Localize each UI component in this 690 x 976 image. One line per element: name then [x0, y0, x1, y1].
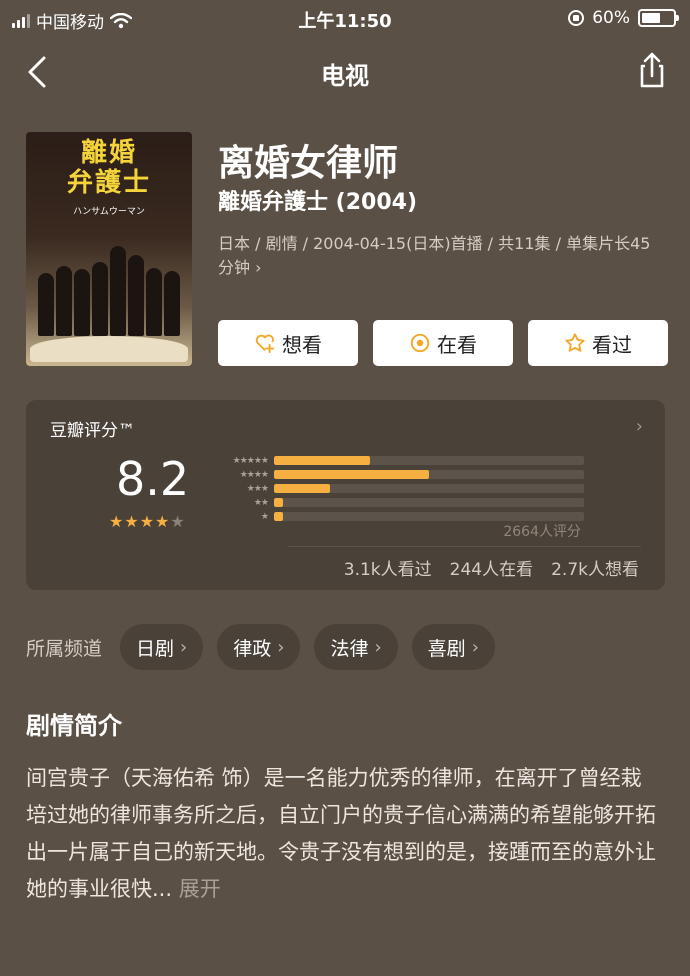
target-icon [410, 333, 430, 353]
channels-label: 所属频道 [26, 637, 103, 660]
rating-bar-track [274, 484, 584, 493]
rating-bar-stars-icon: ★★★ [246, 483, 269, 494]
want-to-watch-label: 想看 [282, 332, 322, 357]
star-filled-icon: ★ [124, 512, 140, 531]
rating-card[interactable]: 豆瓣评分™ › 8.2 ★★★★★ ★★★★★ ★★★★ ★★★ ★★ ★ 2664人评… [26, 400, 665, 590]
rating-bar-row: ★★★★★ [212, 454, 584, 467]
show-title: 离婚女律师 [218, 143, 399, 184]
rating-bar-row: ★★ [212, 496, 584, 509]
channel-chip-jdrama[interactable]: 日剧 › [120, 624, 204, 670]
rating-stars: ★★★★★ [109, 512, 186, 531]
synopsis-text: 间宫贵子（天海佑希 饰）是一名能力优秀的律师，在离开了曾经栽培过她的律师事务所之… [26, 760, 662, 908]
watching-count: 244人在看 [449, 560, 534, 580]
synopsis-body: 间宫贵子（天海佑希 饰）是一名能力优秀的律师，在离开了曾经栽培过她的律师事务所之… [26, 766, 656, 901]
chevron-right-icon: › [180, 636, 188, 658]
rating-bar-stars-icon: ★★★★★ [232, 455, 269, 466]
poster-subtitle: ハンサムウーマン [73, 207, 145, 217]
rating-divider [288, 546, 641, 547]
rating-bar-row: ★★★★ [212, 468, 584, 481]
channel-chip-label: 日剧 [136, 637, 175, 660]
rating-bar-track [274, 512, 584, 521]
channel-chip-label: 法律 [330, 637, 369, 660]
rating-score: 8.2 [116, 452, 190, 506]
nav-bar: 电视 [0, 44, 690, 100]
chevron-right-icon: › [471, 636, 479, 658]
show-meta-text: 日本 / 剧情 / 2004-04-15(日本)首播 / 共11集 / 单集片长… [218, 234, 651, 277]
watched-count: 3.1k人看过 [343, 560, 432, 580]
share-icon[interactable] [634, 50, 670, 90]
poster-title: 離婚 弁護士 [26, 138, 192, 198]
chevron-right-icon: › [277, 636, 285, 658]
rating-count: 2664人评分 [503, 524, 581, 540]
chevron-right-icon: › [374, 636, 382, 658]
star-filled-icon: ★ [109, 512, 125, 531]
rating-distribution: ★★★★★ ★★★★ ★★★ ★★ ★ [212, 454, 584, 524]
synopsis-expand-link[interactable]: 展开 [179, 877, 221, 901]
star-filled-icon: ★ [139, 512, 156, 531]
rating-bar-fill [274, 512, 284, 521]
rating-bar-fill [274, 484, 330, 493]
status-right: 60% [568, 8, 679, 28]
rating-bar-fill [274, 498, 284, 507]
channels-row: 所属频道 日剧 › 律政 › 法律 › 喜剧 › [26, 624, 509, 670]
star-empty-icon: ★ [170, 512, 186, 531]
meta-chevron-icon: › [255, 258, 262, 277]
status-bar: 中国移动 上午11:50 60% [0, 0, 690, 36]
rating-bar-track [274, 498, 584, 507]
rating-bar-track [274, 456, 584, 465]
watched-label: 看过 [592, 332, 632, 357]
synopsis-heading: 剧情简介 [26, 712, 122, 740]
watching-label: 在看 [437, 332, 477, 357]
rating-label: 豆瓣评分™ [50, 421, 135, 441]
heart-plus-icon [255, 334, 275, 354]
rating-bar-track [274, 470, 584, 479]
poster-book [30, 336, 188, 362]
star-filled-icon: ★ [155, 512, 171, 531]
rating-bar-fill [274, 456, 371, 465]
want-count: 2.7k人想看 [551, 560, 639, 580]
poster-title-line2: 弁護士 [66, 168, 151, 198]
star-outline-icon [565, 333, 585, 352]
rating-bar-stars-icon: ★ [260, 511, 269, 522]
rotation-lock-icon [568, 10, 585, 26]
page-title: 电视 [321, 62, 369, 90]
poster-title-line1: 離婚 [80, 138, 137, 168]
rating-bar-stars-icon: ★★ [253, 497, 269, 508]
poster-image[interactable]: 離婚 弁護士 ハンサムウーマン [26, 132, 192, 366]
rating-bar-fill [274, 470, 429, 479]
battery-percent: 60% [592, 8, 630, 28]
battery-icon [638, 9, 679, 27]
channel-chip-label: 喜剧 [427, 637, 466, 660]
channel-chip-label: 律政 [233, 637, 272, 660]
show-original-title: 離婚弁護士 (2004) [218, 190, 417, 215]
channel-chip-legal[interactable]: 律政 › [217, 624, 301, 670]
battery-fill [642, 13, 660, 23]
channel-chip-comedy[interactable]: 喜剧 › [411, 624, 495, 670]
action-buttons: 想看 在看 看过 [218, 320, 668, 366]
want-to-watch-button[interactable]: 想看 [218, 320, 358, 366]
rating-chevron-icon: › [635, 416, 643, 437]
channel-chip-law[interactable]: 法律 › [314, 624, 398, 670]
rating-stats: 3.1k人看过 244人在看 2.7k人想看 [344, 555, 639, 580]
show-meta[interactable]: 日本 / 剧情 / 2004-04-15(日本)首播 / 共11集 / 单集片长… [218, 232, 658, 280]
rating-bar-row: ★★★ [212, 482, 584, 495]
watching-button[interactable]: 在看 [373, 320, 513, 366]
poster-cast-silhouettes [38, 246, 180, 336]
watched-button[interactable]: 看过 [528, 320, 668, 366]
rating-bar-stars-icon: ★★★★ [239, 469, 269, 480]
